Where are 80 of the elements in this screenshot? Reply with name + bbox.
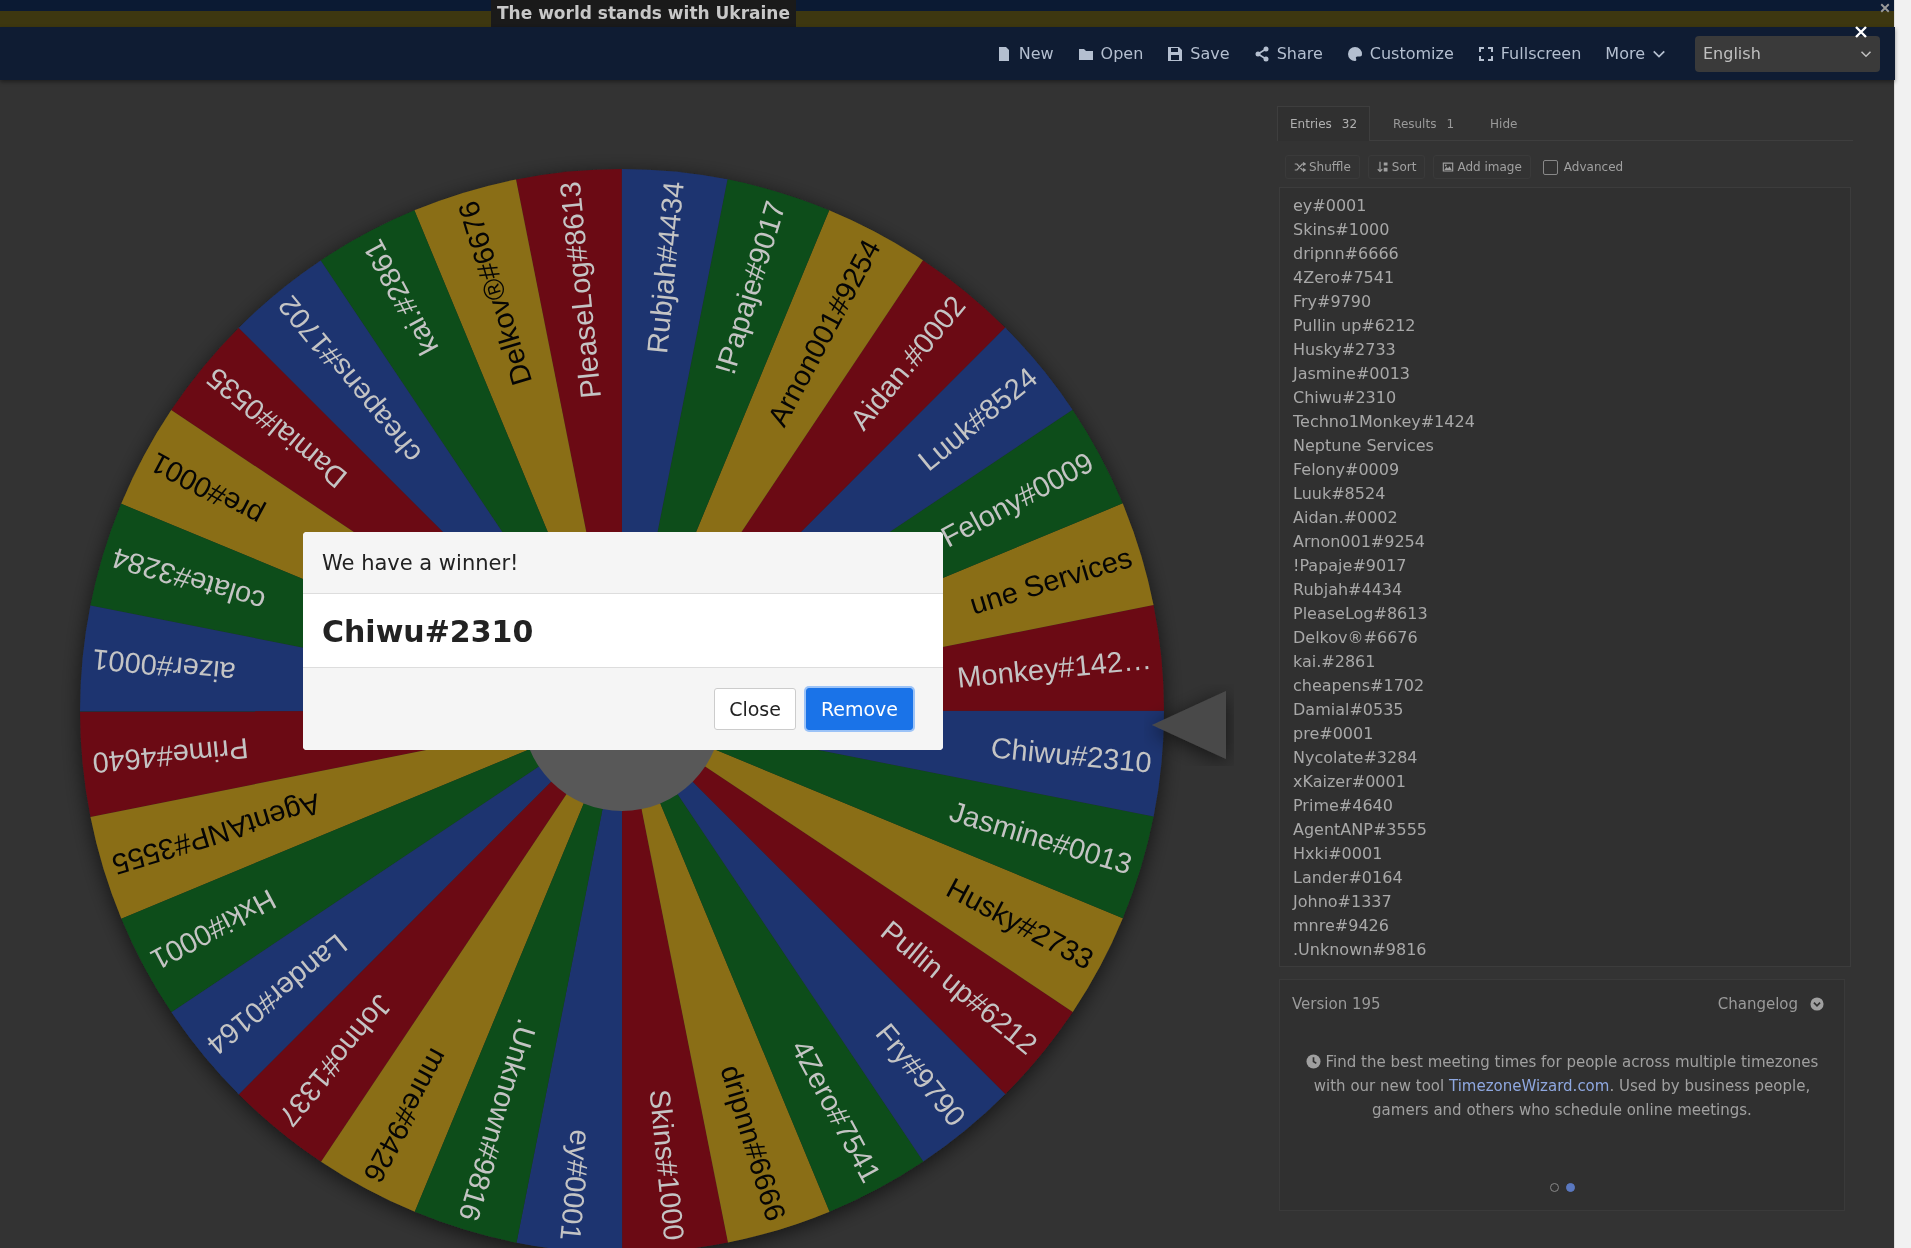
palette-icon (1346, 45, 1363, 62)
checkbox[interactable] (1542, 159, 1558, 175)
entry-text: Luuk#8524 (1293, 483, 1386, 505)
wheel-label: une Services (965, 541, 1136, 621)
entry-text: Skins#1000 (1293, 219, 1390, 241)
wheel-label: Prime#4640 (91, 732, 250, 780)
page-scrollbar[interactable] (1894, 0, 1911, 1248)
shuffle-icon (1294, 161, 1306, 173)
tab[interactable]: Results 1 (1380, 106, 1468, 140)
close-icon (1853, 24, 1869, 40)
toolbar-button[interactable]: Save (1158, 38, 1239, 69)
entry-text: Nycolate#3284 (1293, 747, 1418, 769)
close-button[interactable]: Close (714, 688, 796, 730)
entry-text: Hxki#0001 (1293, 843, 1383, 865)
toolbar-button[interactable]: Open (1068, 38, 1153, 69)
entry-text: Delkov®#6676 (1293, 627, 1418, 649)
tab[interactable]: Hide (1477, 106, 1531, 140)
wheel-label: aizer#0001 (91, 643, 237, 689)
sort-icon (1376, 161, 1389, 173)
version-text: Version 195 (1292, 995, 1381, 1013)
wheel-label: PleaseLog#8613 (553, 180, 607, 400)
entry-text: PleaseLog#8613 (1293, 603, 1428, 625)
entry-text: Husky#2733 (1293, 339, 1396, 361)
entry-text: AgentANP#3555 (1293, 819, 1428, 841)
entry-text: Techno1Monkey#1424 (1293, 411, 1475, 433)
entry-text: cheapens#1702 (1293, 675, 1425, 697)
banner-text: The world stands with Ukraine (491, 0, 796, 27)
language-select[interactable]: English (1695, 35, 1880, 72)
expand-icon (1477, 45, 1494, 62)
entry-text: 4Zero#7541 (1293, 267, 1395, 289)
entry-text: Aidan.#0002 (1293, 507, 1398, 529)
entry-text: kai.#2861 (1293, 651, 1376, 673)
entry-text: Pullin up#6212 (1293, 315, 1416, 337)
close-icon (1879, 2, 1891, 14)
toolbar-button[interactable]: New (986, 38, 1063, 69)
entry-text: Neptune Services (1293, 435, 1434, 457)
link[interactable]: TimezoneWizard.com (1448, 1077, 1610, 1095)
changelog-button[interactable]: Changelog (1711, 994, 1830, 1014)
remove-button[interactable]: Remove (805, 688, 913, 730)
entry-text: dripnn#6666 (1293, 243, 1399, 265)
entry-text: Chiwu#2310 (1293, 387, 1397, 409)
entry-text: Lander#0164 (1293, 867, 1403, 889)
entry-text: Rubjah#4434 (1293, 579, 1403, 601)
entry-text: Johno#1337 (1293, 891, 1392, 913)
share-icon (1253, 45, 1270, 62)
wheel-label: Monkey#142… (955, 642, 1153, 694)
wheel-label: Rubjah#4434 (641, 180, 690, 355)
entry-text: xKaizer#0001 (1293, 771, 1406, 793)
entry-text: ey#0001 (1293, 195, 1367, 217)
entry-text: Arnon001#9254 (1293, 531, 1425, 553)
image-icon (1442, 161, 1455, 173)
entry-text: Felony#0009 (1293, 459, 1400, 481)
entry-text: .Unknown#9816 (1293, 939, 1427, 961)
wheel-label: Chiwu#2310 (989, 731, 1153, 779)
entry-text: mnre#9426 (1293, 915, 1389, 937)
toolbar-button[interactable]: Add image (1433, 155, 1531, 179)
close-button[interactable] (1853, 24, 1869, 40)
tab[interactable]: Entries 32 (1277, 106, 1371, 141)
toolbar-button[interactable]: Share (1244, 38, 1332, 69)
wheel-label: Skins#1000 (643, 1088, 691, 1242)
chevron-down-icon (1810, 997, 1824, 1011)
entry-text: !Papaje#9017 (1293, 555, 1407, 577)
entry-text: Jasmine#0013 (1293, 363, 1410, 385)
banner-close-button[interactable] (1879, 2, 1891, 14)
toolbar-button[interactable]: More (1596, 38, 1675, 69)
toolbar-button[interactable]: Customize (1337, 38, 1463, 69)
clock-icon (1305, 1054, 1321, 1069)
toolbar-button[interactable]: Shuffle (1285, 155, 1360, 179)
toolbar-button[interactable]: Sort (1367, 155, 1426, 179)
checkbox-label: Advanced (1563, 160, 1624, 174)
carousel-dot[interactable] (1565, 1183, 1575, 1192)
entry-text: pre#0001 (1293, 723, 1374, 745)
dialog-title: We have a winner! (303, 532, 943, 594)
floppy-icon (1167, 45, 1184, 62)
info-message: Find the best meeting times for people across multiple timezones with our new tool TimezoneWizard.com. Used by business people, gamers and others who schedule online meetings. (1313, 1053, 1819, 1119)
wheel-label: ey#0001 (554, 1128, 597, 1242)
entry-text: Fry#9790 (1293, 291, 1372, 313)
toolbar-button[interactable]: Fullscreen (1468, 38, 1591, 69)
entry-text: Damial#0535 (1293, 699, 1404, 721)
entry-text: Prime#4640 (1293, 795, 1393, 817)
